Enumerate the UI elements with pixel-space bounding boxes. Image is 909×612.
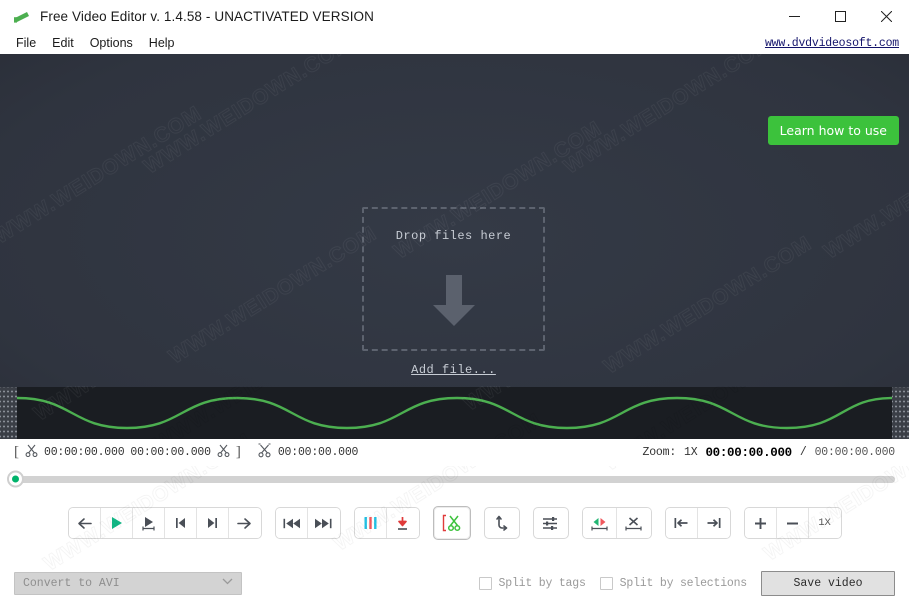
zoom-group: 1X <box>743 507 842 539</box>
close-button[interactable] <box>863 0 909 32</box>
selection-timecodes: [ 00:00:00.000 00:00:00.000 ] <box>14 444 241 461</box>
waveform-strip <box>0 387 909 439</box>
maximize-button[interactable] <box>817 0 863 32</box>
previous-marker-button[interactable] <box>164 508 197 538</box>
editor-toolbar: 1X <box>0 492 909 554</box>
marker-time[interactable]: 00:00:00.000 <box>278 446 359 459</box>
menu-item-file[interactable]: File <box>8 34 44 52</box>
play-selection-button[interactable] <box>132 508 165 538</box>
save-video-button[interactable]: Save video <box>761 570 895 596</box>
preferences-button[interactable] <box>532 507 569 539</box>
chevron-down-icon <box>222 578 233 589</box>
output-format-select[interactable]: Convert to AVI <box>14 571 242 595</box>
merge-segments-button[interactable] <box>582 508 617 538</box>
jump-to-start-button[interactable] <box>275 508 308 538</box>
selection-end-button[interactable] <box>697 508 730 538</box>
website-link[interactable]: www.dvdvideosoft.com <box>765 37 899 50</box>
edit-group <box>581 507 652 539</box>
selection-close-bracket: ] <box>235 444 241 460</box>
drop-zone-label: Drop files here <box>395 229 512 243</box>
waveform-right-handle[interactable] <box>892 387 909 439</box>
video-preview-area[interactable]: Learn how to use Drop files here Add fil… <box>0 54 909 387</box>
learn-how-to-use-button[interactable]: Learn how to use <box>767 116 899 145</box>
timecode-bar: [ 00:00:00.000 00:00:00.000 ] 00:00:00.0… <box>0 439 909 466</box>
title-bar: Free Video Editor v. 1.4.58 - UNACTIVATE… <box>0 0 909 32</box>
watermark: WWW.WEIDOWN.COM <box>140 54 357 179</box>
insert-tag-button[interactable] <box>386 508 419 538</box>
minimize-button[interactable] <box>771 0 817 32</box>
waveform-display[interactable] <box>17 387 892 439</box>
zoom-value: 1X <box>684 446 698 459</box>
video-editor-icon <box>8 9 34 24</box>
next-marker-button[interactable] <box>196 508 229 538</box>
split-by-tags-row[interactable]: Split by tags <box>478 576 586 590</box>
zoom-reset-button[interactable]: 1X <box>808 508 841 538</box>
bottom-bar: Convert to AVI Split by tags Split by se… <box>0 554 909 612</box>
marker-timecode: 00:00:00.000 <box>257 443 358 462</box>
down-arrow-icon <box>423 269 485 336</box>
step-forward-button[interactable] <box>228 508 261 538</box>
waveform-left-handle[interactable] <box>0 387 17 439</box>
window-controls <box>771 0 909 32</box>
split-by-tags-checkbox[interactable] <box>478 576 492 590</box>
selection-start-time[interactable]: 00:00:00.000 <box>44 446 125 459</box>
zoom-in-button[interactable] <box>744 508 777 538</box>
menu-item-options[interactable]: Options <box>82 34 141 52</box>
zoom-label: Zoom: <box>642 446 677 459</box>
selection-start-button[interactable] <box>665 508 698 538</box>
split-by-selections-row[interactable]: Split by selections <box>599 576 748 590</box>
nav-group <box>664 507 731 539</box>
watermark: WWW.WEIDOWN.COM <box>560 54 777 179</box>
invert-selection-button[interactable] <box>483 507 520 539</box>
selection-start-icon <box>25 444 38 461</box>
delete-segment-button[interactable] <box>616 508 651 538</box>
split-by-tags-label: Split by tags <box>498 576 586 590</box>
split-by-selections-checkbox[interactable] <box>599 576 613 590</box>
bottom-right-controls: Split by tags Split by selections Save v… <box>478 570 895 596</box>
watermark: WWW.WEIDOWN.COM <box>0 54 356 249</box>
seek-bar-row <box>0 466 909 492</box>
playback-group <box>67 507 262 539</box>
selection-end-time[interactable]: 00:00:00.000 <box>130 446 211 459</box>
drop-zone[interactable]: Drop files here <box>362 207 545 351</box>
add-file-link[interactable]: Add file... <box>362 363 545 377</box>
selection-end-icon <box>217 444 230 461</box>
marker-scissors-icon <box>257 443 272 462</box>
add-tag-button[interactable] <box>354 508 387 538</box>
menu-item-edit[interactable]: Edit <box>44 34 82 52</box>
menu-bar: File Edit Options Help www.dvdvideosoft.… <box>0 32 909 54</box>
split-by-selections-label: Split by selections <box>619 576 748 590</box>
current-time: 00:00:00.000 <box>705 445 792 460</box>
menu-item-help[interactable]: Help <box>141 34 183 52</box>
watermark: WWW.WEIDOWN.COM <box>600 231 817 380</box>
application-window: Free Video Editor v. 1.4.58 - UNACTIVATE… <box>0 0 909 612</box>
cut-selection-button[interactable] <box>432 506 471 540</box>
playback-timecodes: Zoom: 1X 00:00:00.000 / 00:00:00.000 <box>642 445 896 460</box>
time-separator: / <box>799 446 807 459</box>
zoom-reset-label: 1X <box>818 517 831 529</box>
jump-to-end-button[interactable] <box>307 508 340 538</box>
play-button[interactable] <box>100 508 133 538</box>
jump-group <box>274 507 341 539</box>
seek-handle[interactable] <box>7 470 24 488</box>
output-format-value: Convert to AVI <box>23 576 120 590</box>
window-title: Free Video Editor v. 1.4.58 - UNACTIVATE… <box>40 8 375 24</box>
total-time: 00:00:00.000 <box>814 446 896 459</box>
watermark: WWW.WEIDOWN.COM <box>165 221 382 370</box>
zoom-out-button[interactable] <box>776 508 809 538</box>
seek-slider[interactable] <box>7 470 895 488</box>
marker-group <box>353 507 420 539</box>
selection-open-bracket: [ <box>14 444 19 460</box>
step-back-button[interactable] <box>68 508 101 538</box>
